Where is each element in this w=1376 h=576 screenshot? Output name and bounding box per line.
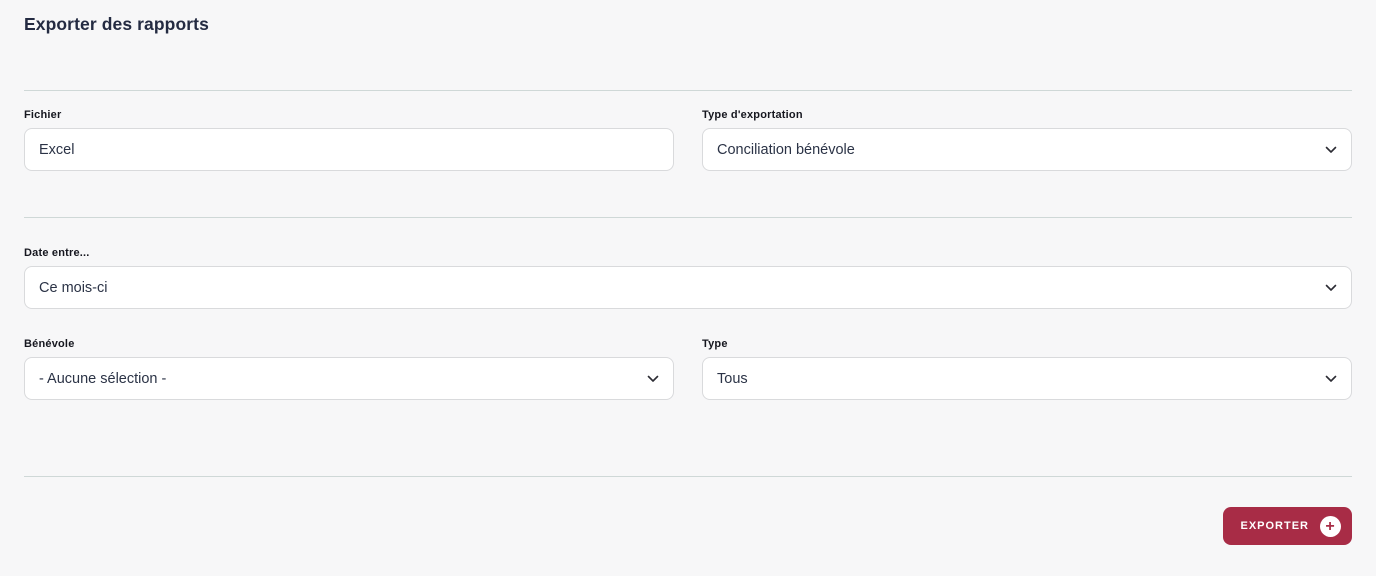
date-range-row: Date entre... Ce mois-ci bbox=[24, 247, 1352, 309]
divider bbox=[24, 217, 1352, 218]
fichier-field-group: Fichier bbox=[24, 109, 674, 171]
date-entre-field-group: Date entre... Ce mois-ci bbox=[24, 247, 1352, 309]
export-button-label: EXPORTER bbox=[1240, 520, 1309, 532]
type-exportation-select[interactable]: Conciliation bénévole bbox=[702, 128, 1352, 171]
date-entre-selected-value: Ce mois-ci bbox=[39, 279, 108, 296]
date-entre-label: Date entre... bbox=[24, 247, 90, 259]
chevron-down-icon bbox=[1325, 284, 1337, 291]
benevole-select[interactable]: - Aucune sélection - bbox=[24, 357, 674, 400]
type-exportation-field-group: Type d'exportation Conciliation bénévole bbox=[702, 109, 1352, 171]
benevole-field-group: Bénévole - Aucune sélection - bbox=[24, 338, 674, 400]
type-label: Type bbox=[702, 338, 728, 350]
volunteer-and-type-row: Bénévole - Aucune sélection - Type Tous bbox=[24, 338, 1352, 400]
fichier-input[interactable] bbox=[24, 128, 674, 171]
type-select[interactable]: Tous bbox=[702, 357, 1352, 400]
benevole-label: Bénévole bbox=[24, 338, 75, 350]
fichier-label: Fichier bbox=[24, 109, 62, 121]
type-selected-value: Tous bbox=[717, 370, 748, 387]
chevron-down-icon bbox=[1325, 375, 1337, 382]
type-exportation-selected-value: Conciliation bénévole bbox=[717, 141, 855, 158]
type-field-group: Type Tous bbox=[702, 338, 1352, 400]
export-button[interactable]: EXPORTER + bbox=[1223, 507, 1352, 545]
export-reports-page: Exporter des rapports Fichier Type d'exp… bbox=[0, 0, 1376, 576]
chevron-down-icon bbox=[647, 375, 659, 382]
plus-icon: + bbox=[1320, 515, 1341, 537]
divider bbox=[24, 90, 1352, 91]
page-title: Exporter des rapports bbox=[24, 14, 209, 34]
date-entre-select[interactable]: Ce mois-ci bbox=[24, 266, 1352, 309]
chevron-down-icon bbox=[1325, 146, 1337, 153]
actions-bar: EXPORTER + bbox=[24, 507, 1352, 545]
benevole-selected-value: - Aucune sélection - bbox=[39, 370, 167, 387]
file-and-export-type-row: Fichier Type d'exportation Conciliation … bbox=[24, 109, 1352, 171]
type-exportation-label: Type d'exportation bbox=[702, 109, 803, 121]
divider bbox=[24, 476, 1352, 477]
